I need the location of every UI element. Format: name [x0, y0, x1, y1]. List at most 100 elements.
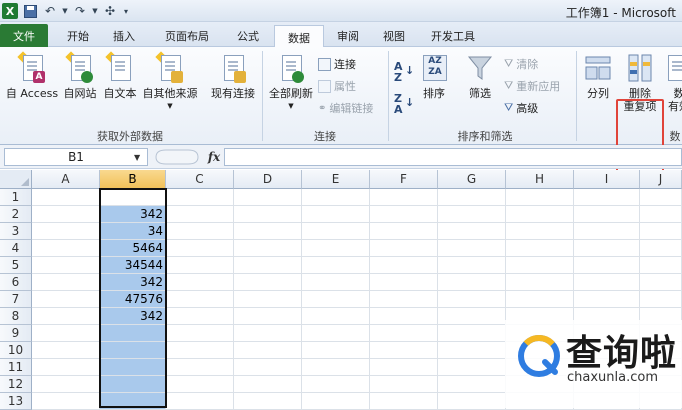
cell-a11[interactable]	[32, 359, 100, 376]
cell-g3[interactable]	[438, 223, 506, 240]
tab-review[interactable]: 审阅	[328, 25, 368, 47]
sort-descending-button[interactable]: ZA ↓	[394, 93, 412, 117]
cell-h7[interactable]	[506, 291, 574, 308]
cell-f12[interactable]	[370, 376, 438, 393]
cell-a5[interactable]	[32, 257, 100, 274]
row-header-4[interactable]: 4	[0, 240, 32, 257]
cell-d2[interactable]	[234, 206, 302, 223]
cell-f6[interactable]	[370, 274, 438, 291]
from-web-button[interactable]: 自网站	[60, 53, 100, 100]
cell-c7[interactable]	[166, 291, 234, 308]
cell-g1[interactable]	[438, 189, 506, 206]
cell-d10[interactable]	[234, 342, 302, 359]
cell-j5[interactable]	[640, 257, 682, 274]
cell-a10[interactable]	[32, 342, 100, 359]
row-header-9[interactable]: 9	[0, 325, 32, 342]
row-header-10[interactable]: 10	[0, 342, 32, 359]
connections-button[interactable]: 连接	[318, 55, 356, 73]
cell-g10[interactable]	[438, 342, 506, 359]
name-box[interactable]: B1	[4, 148, 148, 166]
edit-links-button[interactable]: ⚭ 编辑链接	[318, 99, 373, 117]
cell-h5[interactable]	[506, 257, 574, 274]
cell-f3[interactable]	[370, 223, 438, 240]
cell-d1[interactable]	[234, 189, 302, 206]
cell-j1[interactable]	[640, 189, 682, 206]
cell-c4[interactable]	[166, 240, 234, 257]
cell-d12[interactable]	[234, 376, 302, 393]
row-header-2[interactable]: 2	[0, 206, 32, 223]
cell-c12[interactable]	[166, 376, 234, 393]
cell-c6[interactable]	[166, 274, 234, 291]
cell-g7[interactable]	[438, 291, 506, 308]
customize-icon[interactable]: ✣	[102, 3, 118, 19]
tab-home[interactable]: 开始	[58, 25, 98, 47]
cell-a6[interactable]	[32, 274, 100, 291]
dropdown-icon[interactable]: ▼	[92, 3, 98, 19]
reapply-button[interactable]: ⛛ 重新应用	[504, 77, 560, 95]
cell-c8[interactable]	[166, 308, 234, 325]
row-header-5[interactable]: 5	[0, 257, 32, 274]
qat-menu-icon[interactable]: ▾	[122, 3, 130, 19]
cell-i6[interactable]	[574, 274, 640, 291]
filter-button[interactable]: 筛选	[462, 53, 498, 100]
cell-e8[interactable]	[302, 308, 370, 325]
cell-c13[interactable]	[166, 393, 234, 410]
column-header-i[interactable]: I	[574, 170, 640, 189]
cell-c1[interactable]	[166, 189, 234, 206]
row-header-1[interactable]: 1	[0, 189, 32, 206]
cell-f9[interactable]	[370, 325, 438, 342]
cell-i2[interactable]	[574, 206, 640, 223]
formula-bar-grip[interactable]	[152, 148, 202, 166]
cell-g5[interactable]	[438, 257, 506, 274]
cell-f1[interactable]	[370, 189, 438, 206]
cell-h3[interactable]	[506, 223, 574, 240]
cell-a9[interactable]	[32, 325, 100, 342]
column-header-e[interactable]: E	[302, 170, 370, 189]
tab-developer[interactable]: 开发工具	[420, 25, 486, 47]
from-other-sources-button[interactable]: 自其他来源 ▼	[140, 53, 200, 113]
cell-e11[interactable]	[302, 359, 370, 376]
cell-a12[interactable]	[32, 376, 100, 393]
cell-a13[interactable]	[32, 393, 100, 410]
cell-e3[interactable]	[302, 223, 370, 240]
cell-c5[interactable]	[166, 257, 234, 274]
formula-input[interactable]	[224, 148, 682, 166]
cell-e2[interactable]	[302, 206, 370, 223]
row-header-6[interactable]: 6	[0, 274, 32, 291]
cell-j7[interactable]	[640, 291, 682, 308]
column-header-g[interactable]: G	[438, 170, 506, 189]
name-box-dropdown-icon[interactable]: ▼	[134, 153, 140, 162]
cell-f5[interactable]	[370, 257, 438, 274]
cell-i1[interactable]	[574, 189, 640, 206]
cell-f4[interactable]	[370, 240, 438, 257]
row-header-3[interactable]: 3	[0, 223, 32, 240]
cell-a8[interactable]	[32, 308, 100, 325]
cell-e4[interactable]	[302, 240, 370, 257]
cell-i3[interactable]	[574, 223, 640, 240]
tab-formulas[interactable]: 公式	[228, 25, 268, 47]
cell-a4[interactable]	[32, 240, 100, 257]
row-header-11[interactable]: 11	[0, 359, 32, 376]
cell-g2[interactable]	[438, 206, 506, 223]
cell-d8[interactable]	[234, 308, 302, 325]
insert-function-icon[interactable]: fx	[204, 148, 224, 166]
tab-file[interactable]: 文件	[0, 24, 48, 47]
cell-c3[interactable]	[166, 223, 234, 240]
cell-e13[interactable]	[302, 393, 370, 410]
select-all-corner[interactable]	[0, 170, 32, 189]
cell-d5[interactable]	[234, 257, 302, 274]
tab-view[interactable]: 视图	[374, 25, 414, 47]
cell-d9[interactable]	[234, 325, 302, 342]
column-header-d[interactable]: D	[234, 170, 302, 189]
cell-e9[interactable]	[302, 325, 370, 342]
cell-f8[interactable]	[370, 308, 438, 325]
cell-c9[interactable]	[166, 325, 234, 342]
advanced-filter-button[interactable]: ⛛ 高级	[504, 99, 538, 117]
column-header-a[interactable]: A	[32, 170, 100, 189]
properties-button[interactable]: 属性	[318, 77, 356, 95]
cell-g13[interactable]	[438, 393, 506, 410]
column-header-c[interactable]: C	[166, 170, 234, 189]
undo-button[interactable]: ↶	[42, 3, 58, 19]
cell-f11[interactable]	[370, 359, 438, 376]
cell-g12[interactable]	[438, 376, 506, 393]
